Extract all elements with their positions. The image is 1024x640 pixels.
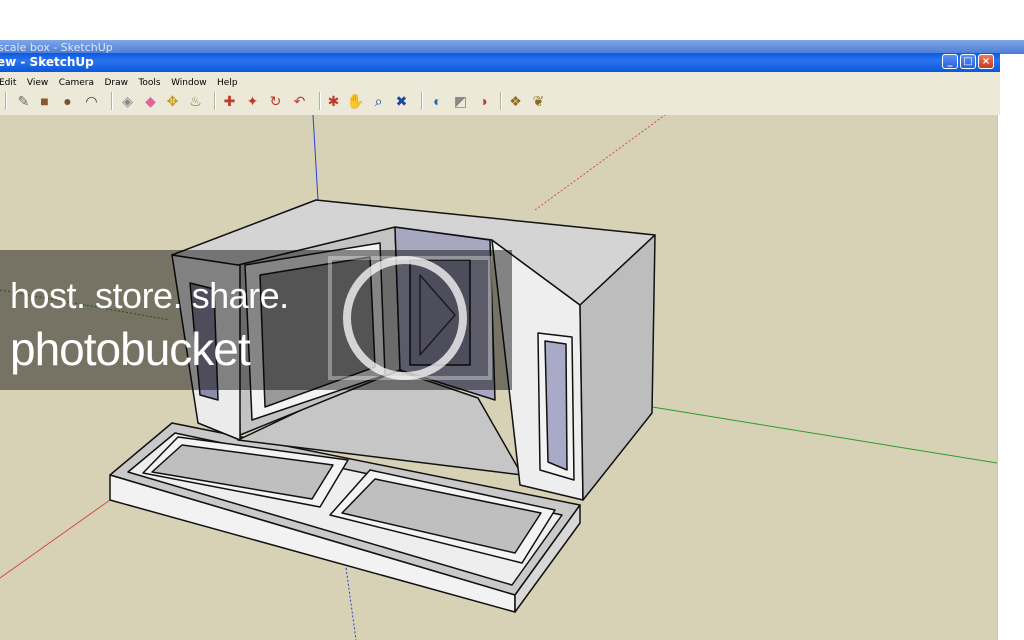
orbit-icon[interactable]: ✱ <box>324 91 343 110</box>
watermark-line-1: host. store. share. <box>10 275 289 316</box>
rectangle-icon[interactable]: ■ <box>35 91 54 110</box>
toolbar-separator <box>5 92 7 110</box>
menu-draw[interactable]: Draw <box>104 78 128 88</box>
rotate-icon[interactable]: ✦ <box>243 91 262 110</box>
next-view-icon[interactable]: ◩ <box>451 91 470 110</box>
follow-me-icon[interactable]: ↻ <box>266 91 285 110</box>
circle-icon[interactable]: ● <box>58 91 77 110</box>
menubar: Edit View Camera Draw Tools Window Help <box>0 72 1000 89</box>
pan-icon[interactable]: ✋ <box>346 91 365 110</box>
share-model-icon[interactable]: ❦ <box>529 91 548 110</box>
green-axis <box>639 404 997 464</box>
google-earth-icon[interactable]: ◑ <box>474 91 493 110</box>
menu-view[interactable]: View <box>27 78 48 88</box>
move-icon[interactable]: ✚ <box>220 91 239 110</box>
pencil-icon[interactable]: ✎ <box>14 91 33 110</box>
menu-camera[interactable]: Camera <box>59 78 94 88</box>
previous-view-icon[interactable]: ◐ <box>428 91 447 110</box>
titlebar[interactable]: ew - SketchUp _ □ × <box>0 53 1000 72</box>
blue-axis <box>312 115 319 201</box>
toolbar-separator <box>111 92 113 110</box>
toolbar-separator <box>319 92 321 110</box>
minimize-button[interactable]: _ <box>942 54 958 69</box>
offset-icon[interactable]: ↶ <box>290 91 309 110</box>
menu-window[interactable]: Window <box>171 78 207 88</box>
close-button[interactable]: × <box>978 54 994 69</box>
photobucket-watermark: host. store. share. photobucket <box>0 250 512 390</box>
toolbar-separator <box>421 92 423 110</box>
blue-axis-dotted <box>344 559 357 640</box>
background-window-titlebar: scale box - SketchUp <box>0 40 1024 54</box>
tape-measure-icon[interactable]: ✥ <box>163 91 182 110</box>
menu-edit[interactable]: Edit <box>0 78 16 88</box>
right-panel <box>997 115 1024 640</box>
zoom-icon[interactable]: ⌕ <box>369 91 388 110</box>
push-pull-icon[interactable]: ◈ <box>118 91 137 110</box>
red-axis-dotted <box>534 115 666 211</box>
arc-icon[interactable]: ◠ <box>82 91 101 110</box>
window-title: ew - SketchUp <box>0 55 94 69</box>
maximize-button[interactable]: □ <box>960 54 976 69</box>
toolbar-separator <box>500 92 502 110</box>
paint-bucket-icon[interactable]: ♨ <box>186 91 205 110</box>
menu-tools[interactable]: Tools <box>138 78 160 88</box>
menu-help[interactable]: Help <box>217 78 238 88</box>
eraser-icon[interactable]: ◆ <box>141 91 160 110</box>
red-axis <box>0 499 111 579</box>
toolbar-separator <box>214 92 216 110</box>
watermark-line-2: photobucket <box>10 323 251 375</box>
right-window-glass <box>544 340 568 471</box>
get-models-icon[interactable]: ❖ <box>506 91 525 110</box>
zoom-extents-icon[interactable]: ✖ <box>392 91 411 110</box>
toolbar: ✎ ■ ● ◠ ◈ ◆ ✥ ♨ ✚ ✦ ↻ ↶ ✱ ✋ ⌕ ✖ ◐ ◩ ◑ ❖ ❦ <box>0 88 1000 116</box>
